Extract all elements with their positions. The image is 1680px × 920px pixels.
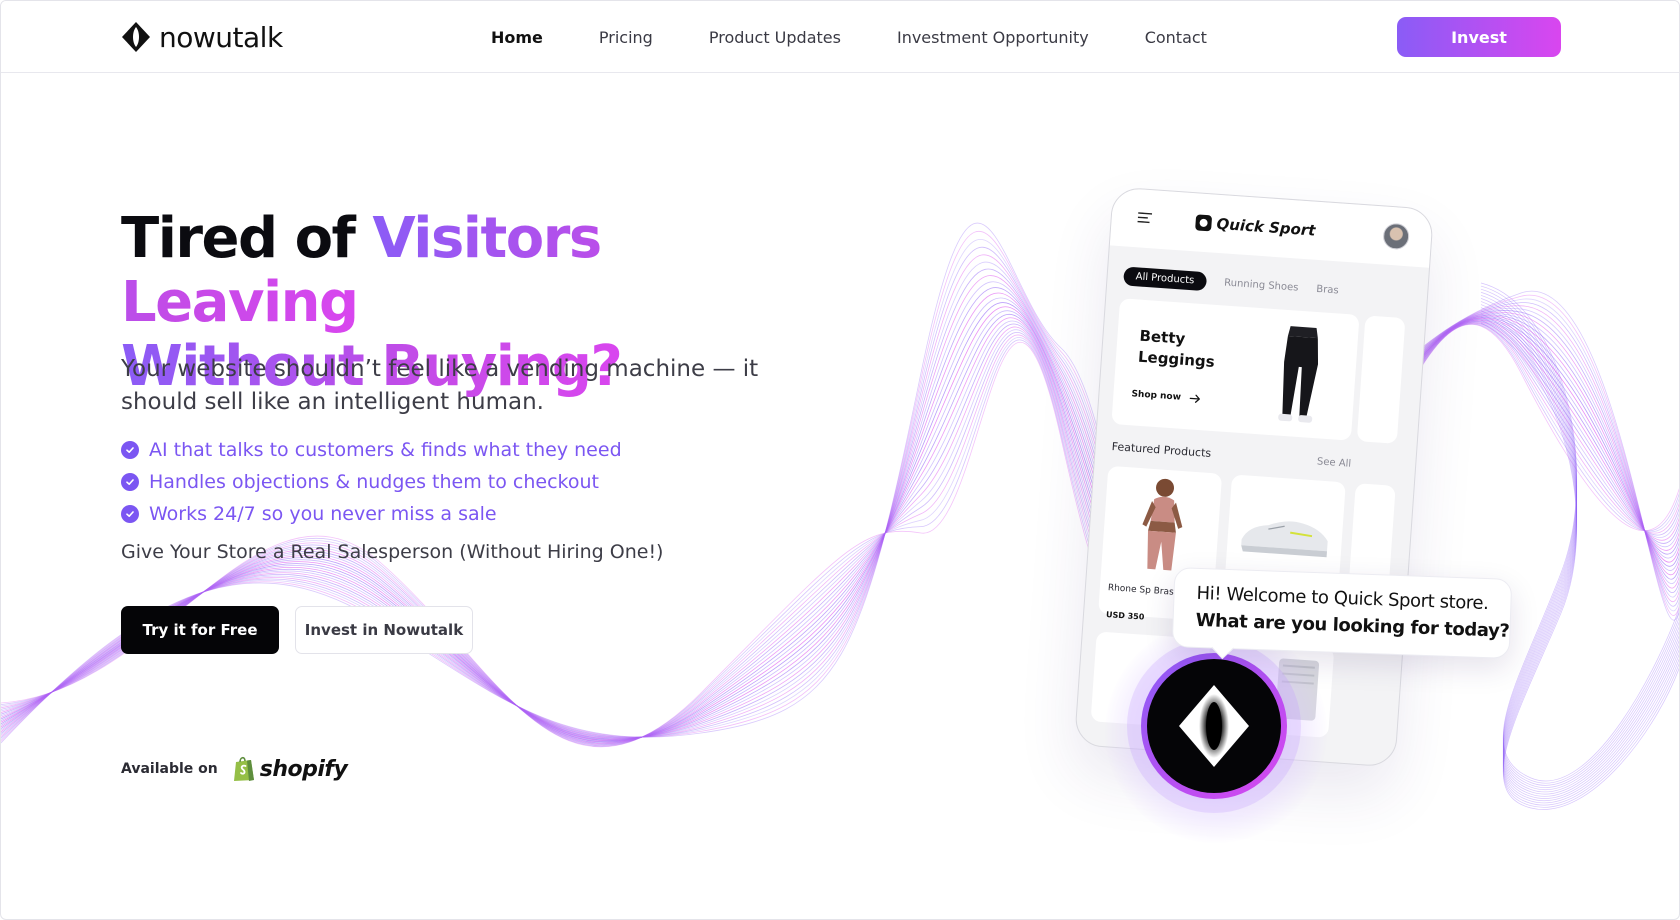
hero-subtitle: Your website shouldn’t feel like a vendi…	[121, 356, 759, 415]
store-title: Quick Sport	[1195, 213, 1317, 240]
invest-button[interactable]: Invest	[1397, 17, 1561, 57]
feature-list: AI that talks to customers & finds what …	[121, 434, 622, 530]
featured-products-label: Featured Products	[1111, 440, 1212, 460]
wave-line	[1480, 288, 1679, 786]
feature-item: AI that talks to customers & finds what …	[121, 434, 622, 466]
store-logo-icon	[1195, 214, 1213, 232]
available-label: Available on	[121, 761, 218, 777]
brand-name: nowutalk	[159, 20, 283, 54]
wave-line	[1480, 319, 1679, 808]
invest-in-nowutalk-button[interactable]: Invest in Nowutalk	[295, 606, 473, 654]
top-navigation-bar: nowutalk Home Pricing Product Updates In…	[1, 1, 1679, 73]
logo-mark-icon	[122, 22, 150, 52]
wave-line	[1480, 313, 1679, 804]
check-circle-icon	[121, 441, 139, 459]
available-on: Available on shopify	[121, 755, 348, 783]
nav-investment-opportunity[interactable]: Investment Opportunity	[897, 28, 1089, 47]
chat-greeting: Hi! Welcome to Quick Sport store.	[1196, 582, 1489, 615]
shopify-wordmark: shopify	[259, 756, 348, 782]
shopify-bag-icon	[233, 756, 254, 781]
feature-text: Handles objections & nudges them to chec…	[149, 471, 599, 493]
wave-line	[1480, 322, 1679, 810]
wave-line	[1480, 304, 1679, 797]
menu-icon[interactable]	[1137, 211, 1153, 224]
featured-header: Featured Products See All	[1111, 440, 1351, 470]
try-free-button[interactable]: Try it for Free	[121, 606, 279, 654]
feature-item: Works 24/7 so you never miss a sale	[121, 498, 622, 530]
product-name: Rhone Sp Bras	[1107, 583, 1175, 598]
feature-text: Works 24/7 so you never miss a sale	[149, 503, 497, 525]
hero-title-plain: Tired of	[121, 206, 373, 271]
feature-text: AI that talks to customers & finds what …	[149, 439, 622, 461]
main-nav: Home Pricing Product Updates Investment …	[491, 1, 1263, 73]
chat-question: What are you looking for today?	[1195, 609, 1510, 642]
wave-line	[1480, 282, 1679, 782]
shop-now-label: Shop now	[1131, 389, 1182, 403]
nav-contact[interactable]: Contact	[1145, 28, 1207, 47]
brand-logo[interactable]: nowutalk	[121, 19, 283, 55]
tab-running-shoes[interactable]: Running Shoes	[1224, 277, 1299, 293]
wave-line	[1480, 316, 1679, 806]
tab-all-products[interactable]: All Products	[1123, 266, 1207, 292]
wave-line	[1480, 301, 1679, 795]
wave-line	[1480, 291, 1679, 788]
page: nowutalk Home Pricing Product Updates In…	[0, 0, 1680, 920]
nav-home[interactable]: Home	[491, 28, 543, 47]
product-price: USD 350	[1105, 610, 1145, 622]
wave-line	[1480, 310, 1679, 801]
wave-line	[1480, 285, 1679, 784]
see-all-link[interactable]: See All	[1317, 456, 1352, 469]
nowutalk-orb-icon	[1179, 685, 1249, 767]
check-circle-icon	[121, 473, 139, 491]
promo-title: Betty Leggings	[1137, 326, 1216, 371]
shopify-badge[interactable]: shopify	[232, 755, 348, 783]
wave-line	[1480, 294, 1679, 790]
wave-line	[1480, 298, 1679, 793]
chat-welcome-bubble: Hi! Welcome to Quick Sport store. What a…	[1171, 567, 1513, 660]
wave-line	[1480, 307, 1679, 799]
check-circle-icon	[121, 505, 139, 523]
shop-now-link[interactable]: Shop now	[1131, 389, 1201, 404]
nav-pricing[interactable]: Pricing	[599, 28, 653, 47]
hero-tagline: Give Your Store a Real Salesperson (With…	[121, 541, 664, 563]
sports-bra-product-image	[1142, 478, 1183, 571]
leggings-product-image	[1278, 326, 1319, 423]
chat-assistant-button[interactable]	[1147, 659, 1281, 793]
arrow-right-icon	[1189, 394, 1200, 403]
promo-card[interactable]: Betty Leggings Shop now	[1111, 298, 1360, 441]
promo-card-next[interactable]	[1356, 315, 1406, 444]
tab-bras[interactable]: Bras	[1316, 284, 1339, 297]
feature-item: Handles objections & nudges them to chec…	[121, 466, 622, 498]
nav-product-updates[interactable]: Product Updates	[709, 28, 841, 47]
phone-app-header: Quick Sport	[1109, 187, 1434, 268]
category-tabs: All Products Running Shoes Bras	[1123, 266, 1339, 300]
store-name: Quick Sport	[1215, 214, 1317, 240]
avatar[interactable]	[1382, 222, 1411, 251]
